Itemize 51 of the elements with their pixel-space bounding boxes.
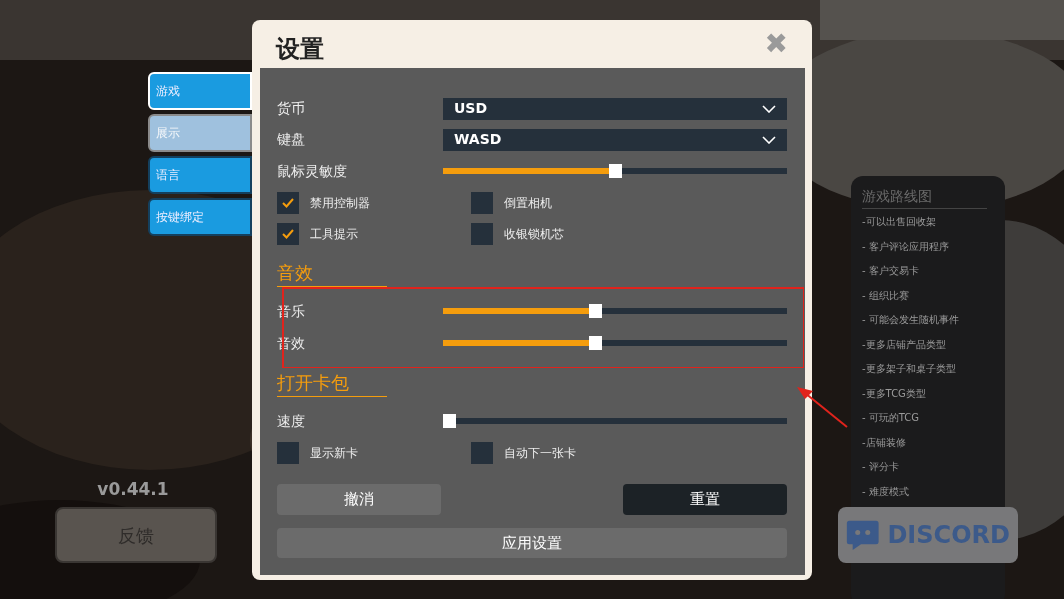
side-tab[interactable]: 展示 [148, 114, 252, 152]
chevron-down-icon [762, 135, 776, 144]
dialog-title: 设置 [276, 34, 324, 65]
setting-label: 鼠标灵敏度 [277, 161, 348, 181]
check-icon [282, 228, 294, 239]
arrow-annotation [795, 385, 849, 429]
roadmap-item: -更多店铺产品类型 [862, 337, 947, 352]
roadmap-item: - 客户评论应用程序 [862, 239, 950, 254]
checkbox[interactable] [471, 222, 493, 245]
section-heading: 音效 [277, 259, 387, 287]
roadmap-item: -店铺装修 [862, 435, 907, 450]
setting-label: 工具提示 [310, 225, 358, 243]
roadmap-item: - 难度模式 [862, 484, 910, 499]
discord-label: DISCORD [887, 520, 1010, 551]
roadmap-item: -可以出售回收架 [862, 215, 937, 229]
apply-button[interactable]: 应用设置 [277, 528, 787, 558]
setting-label: 自动下一张卡 [504, 444, 576, 462]
check-icon [282, 197, 294, 208]
side-tab[interactable]: 按键绑定 [148, 198, 252, 236]
close-button[interactable]: ✖ [764, 30, 788, 58]
dropdown[interactable]: WASD [443, 128, 787, 151]
checkbox[interactable] [471, 441, 493, 464]
section-heading: 打开卡包 [277, 369, 387, 397]
roadmap-item: - 可能会发生随机事件 [862, 313, 960, 327]
checkbox[interactable] [277, 191, 299, 214]
roadmap-item: -更多架子和桌子类型 [862, 362, 957, 376]
cancel-button[interactable]: 撤消 [277, 484, 441, 515]
setting-label: 显示新卡 [310, 444, 358, 462]
slider-thumb[interactable] [443, 414, 456, 428]
setting-label: 键盘 [277, 130, 306, 149]
roadmap-item: - 可玩的TCG [862, 411, 921, 425]
setting-label: 收银锁机芯 [504, 225, 564, 243]
chevron-down-icon [762, 104, 776, 113]
roadmap-title: 游戏路线图 [862, 186, 987, 209]
discord-banner[interactable]: DISCORD [838, 507, 1018, 563]
side-tab[interactable]: 游戏 [148, 72, 252, 110]
roadmap-item: - 组织比赛 [862, 288, 910, 303]
setting-label: 倒置相机 [504, 194, 552, 212]
setting-label: 货币 [277, 99, 306, 118]
reset-button[interactable]: 重置 [623, 484, 787, 515]
setting-label: 速度 [277, 411, 306, 431]
dropdown[interactable]: USD [443, 97, 787, 120]
version-label: v0.44.1 [96, 478, 170, 501]
setting-label: 禁用控制器 [310, 194, 370, 212]
roadmap-item: - 评分卡 [862, 460, 900, 474]
side-tab[interactable]: 语言 [148, 156, 252, 194]
roadmap-item: - 客户交易卡 [862, 264, 920, 278]
roadmap-item: -更多TCG类型 [862, 386, 927, 401]
checkbox[interactable] [277, 222, 299, 245]
checkbox[interactable] [277, 441, 299, 464]
checkbox[interactable] [471, 191, 493, 214]
